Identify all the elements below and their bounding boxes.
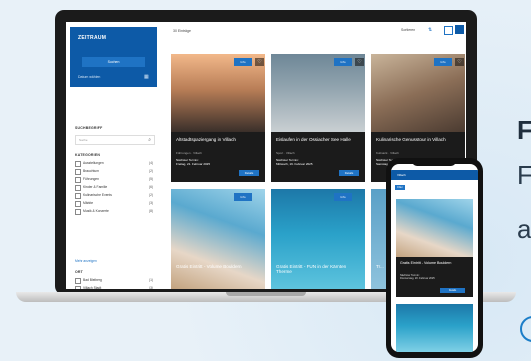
grid-view-icon[interactable] (455, 25, 464, 34)
checkbox[interactable] (75, 169, 81, 175)
place-heading: ORT (75, 270, 83, 274)
checkbox[interactable] (75, 161, 81, 167)
favorite-icon[interactable]: ♡ (355, 58, 364, 66)
checkbox-count: (5) (148, 177, 153, 181)
event-title: Altstadtspaziergang in Villach (176, 137, 236, 142)
calendar-icon[interactable]: ▦ (144, 74, 149, 80)
sort-icon[interactable]: ⇅ (428, 27, 432, 33)
event-category: Führungen · Villach (176, 151, 202, 155)
list-view-icon[interactable] (444, 26, 453, 35)
next-date-value: Mittwoch, 19. Februar 2025 (276, 162, 313, 166)
phone-screen: Villach Filter Gratis Eintritt - Volume … (391, 164, 478, 352)
filter-sidebar: ZEITRAUM Suchen Datum wählen ▦ SUCHBEGRI… (66, 22, 158, 289)
checkbox-label: Führungen (83, 177, 99, 181)
info-badge[interactable]: Info (334, 58, 352, 66)
phone-filter-button[interactable]: Filter (395, 185, 405, 190)
phone-event-title: Gratis Eintritt - Volume Bouldern (400, 261, 452, 265)
event-card[interactable]: Info Gratis Eintritt - Volume Bouldern (171, 189, 265, 289)
phone-next-date-value: Donnerstag, 20. Februar 2025 (400, 277, 435, 281)
search-icon: ⌕ (148, 137, 151, 143)
event-image (171, 189, 265, 289)
category-checkbox[interactable]: Brauchtum (2) (75, 169, 157, 175)
checkbox-label: Kinder & Familie (83, 185, 108, 189)
category-checkbox[interactable]: Ausstellungen (4) (75, 161, 157, 167)
info-badge[interactable]: Info (334, 193, 352, 201)
phone-header-title: Villach (397, 173, 406, 177)
checkbox[interactable] (75, 209, 81, 215)
event-title: Kulinarische Genusstour in Villach (376, 137, 446, 142)
phone-event-image-2 (396, 304, 473, 352)
category-checkbox[interactable]: Musik & Konzerte (8) (75, 209, 157, 215)
place-checkbox[interactable]: Bad Bleiberg (1) (75, 278, 157, 284)
checkbox[interactable] (75, 201, 81, 207)
category-checkbox[interactable]: Führungen (5) (75, 177, 157, 183)
event-card[interactable]: Info Gratis Eintritt - FUN in der Kärnte… (271, 189, 365, 289)
favorite-icon[interactable]: ♡ (255, 58, 264, 66)
category-checkbox[interactable]: Kulinarische Events (2) (75, 193, 157, 199)
place-checkbox[interactable]: Villach Stadt (3) (75, 286, 157, 289)
checkbox-label: Musik & Konzerte (83, 209, 109, 213)
checkbox[interactable] (75, 278, 81, 284)
event-date: Nächster Termin: Freitag, 21. Februar 20… (176, 158, 210, 166)
phone-details-button[interactable]: Details (440, 288, 465, 293)
phone-event-image (396, 199, 473, 257)
search-button[interactable]: Suchen (82, 57, 145, 67)
event-date: Nächster Termin: Mittwoch, 19. Februar 2… (276, 158, 313, 166)
result-count: 30 Einträge (173, 29, 191, 33)
details-button[interactable]: Details (239, 170, 259, 176)
search-input[interactable]: Suche ⌕ (75, 135, 155, 145)
category-checkbox[interactable]: Märkte (3) (75, 201, 157, 207)
favorite-icon[interactable]: ♡ (455, 58, 464, 66)
checkbox-count: (1) (148, 278, 153, 282)
phone-event-card-2[interactable] (396, 304, 473, 352)
date-filter-title: ZEITRAUM (78, 35, 107, 41)
category-heading: KATEGORIEN (75, 153, 101, 157)
checkbox-label: Brauchtum (83, 169, 99, 173)
phone-notch (412, 160, 456, 166)
checkbox-label: Märkte (83, 201, 94, 205)
event-card[interactable]: Info ♡ Altstadtspaziergang in Villach Fü… (171, 54, 265, 182)
info-badge[interactable]: Info (234, 58, 252, 66)
checkbox-count: (8) (148, 209, 153, 213)
laptop-notch (226, 292, 306, 296)
info-badge[interactable]: Info (434, 58, 452, 66)
checkbox[interactable] (75, 185, 81, 191)
checkbox-label: Kulinarische Events (83, 193, 112, 197)
date-select-label[interactable]: Datum wählen (78, 75, 100, 79)
checkbox-count: (6) (148, 185, 153, 189)
more-categories-link[interactable]: Mehr anzeigen (75, 259, 97, 263)
checkbox-count: (4) (148, 161, 153, 165)
checkbox-count: (3) (148, 286, 153, 289)
side-text-letter-2: a (517, 214, 531, 244)
event-category: Sport · Villach (276, 151, 295, 155)
checkbox-count: (2) (148, 169, 153, 173)
sort-label[interactable]: Sortieren (401, 28, 415, 32)
event-card[interactable]: Info ♡ Eislaufen in der Ossiacher See Ha… (271, 54, 365, 182)
checkbox-count: (3) (148, 201, 153, 205)
side-text-letter: F (517, 160, 531, 190)
event-title: Eislaufen in der Ossiacher See Halle (276, 137, 351, 142)
checkbox[interactable] (75, 193, 81, 199)
checkbox-label: Villach Stadt (83, 286, 102, 289)
info-badge[interactable]: Info (234, 193, 252, 201)
details-button[interactable]: Details (339, 170, 359, 176)
phone-event-date: Nächster Termin: Donnerstag, 20. Februar… (400, 274, 435, 281)
event-category: Kulinarik · Villach (376, 151, 399, 155)
checkbox-label: Bad Bleiberg (83, 278, 102, 282)
search-heading: SUCHBEGRIFF (75, 126, 103, 130)
side-heading-letter: F (517, 115, 531, 145)
checkbox-label: Ausstellungen (83, 161, 104, 165)
phone-event-card[interactable]: Gratis Eintritt - Volume Bouldern Nächst… (396, 199, 473, 297)
checkbox[interactable] (75, 177, 81, 183)
next-date-value: Freitag, 21. Februar 2025 (176, 162, 211, 166)
event-title: Gratis Eintritt - Volume Bouldern (176, 264, 242, 269)
date-filter-panel: ZEITRAUM Suchen Datum wählen ▦ (70, 27, 157, 87)
checkbox[interactable] (75, 286, 81, 289)
checkbox-count: (2) (148, 193, 153, 197)
event-title: Gratis Eintritt - FUN in der Kärnten The… (276, 264, 347, 275)
category-checkbox[interactable]: Kinder & Familie (6) (75, 185, 157, 191)
search-placeholder: Suche (79, 138, 88, 142)
